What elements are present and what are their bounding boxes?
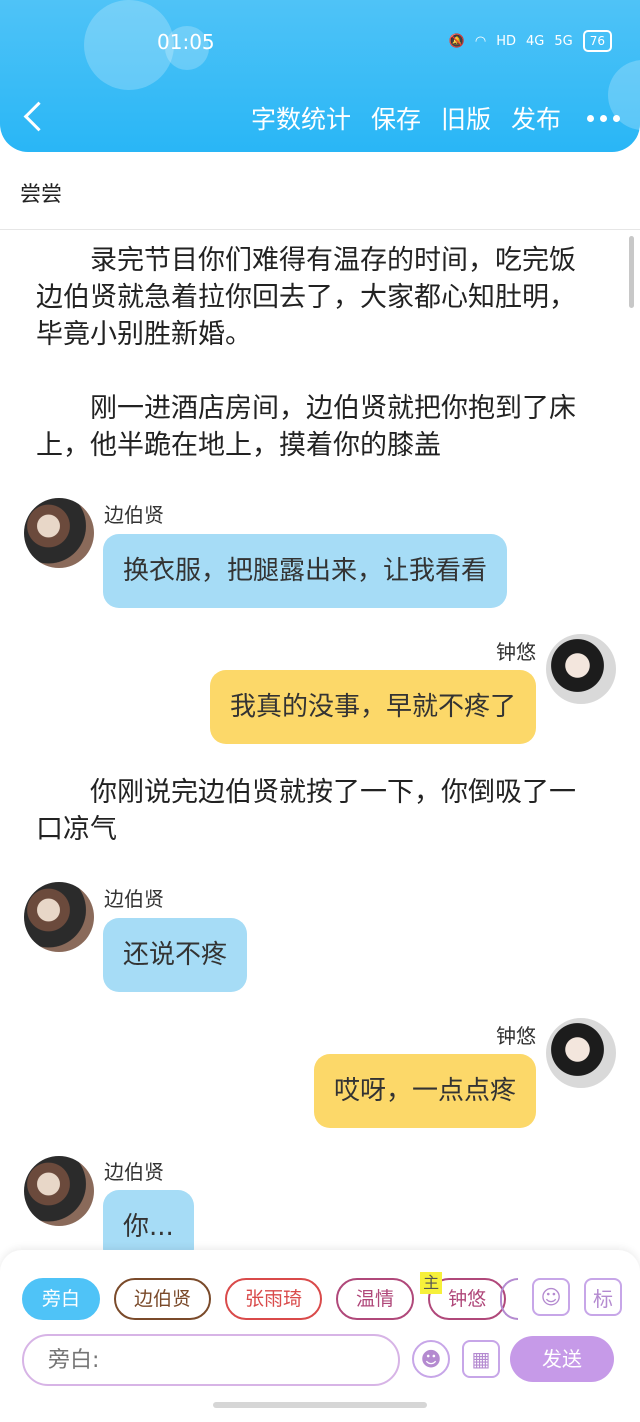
mute-icon: 🔕 [448, 33, 465, 49]
status-icons: 🔕 ◠ HD 4G 5G 76 [449, 30, 612, 52]
chat-bubble[interactable]: 换衣服，把腿露出来，让我看看 [103, 534, 508, 608]
sender-name: 边伯贤 [104, 1160, 164, 1184]
sender-name: 边伯贤 [104, 503, 164, 527]
hd-icon: HD [496, 33, 516, 49]
avatar [24, 498, 94, 568]
save-button[interactable]: 保存 [371, 100, 421, 136]
image-icon[interactable]: ▦ [462, 1340, 500, 1378]
publish-button[interactable]: 发布 [511, 100, 561, 136]
avatar [546, 634, 616, 704]
top-header: 01:05 🔕 ◠ HD 4G 5G 76 字数统计 保存 旧版 发布 [0, 0, 640, 152]
message-input-field[interactable] [48, 1336, 374, 1384]
narration-paragraph: 你刚说完边伯贤就按了一下，你倒吸了一口凉气 [36, 777, 576, 845]
sender-name: 钟悠 [496, 640, 536, 664]
role-chip-main[interactable]: 主 钟悠 [420, 1272, 507, 1320]
home-indicator[interactable] [213, 1402, 427, 1408]
role-chip[interactable]: 边伯贤 [114, 1278, 212, 1320]
doc-title-bar: 尝尝 [0, 152, 640, 230]
avatar [546, 1018, 616, 1088]
avatar [24, 1156, 94, 1226]
send-button[interactable]: 发送 [510, 1336, 614, 1382]
system-nav-bar [0, 1386, 640, 1422]
chat-bubble[interactable]: 我真的没事，早就不疼了 [209, 670, 536, 744]
input-panel: 旁白 边伯贤 张雨琦 温情 主 钟悠 ☺ 标 ☻ ▦ 发送 [0, 1250, 640, 1386]
status-time: 01:05 [157, 30, 215, 54]
old-version-button[interactable]: 旧版 [441, 100, 491, 136]
signal-4g-icon: 4G [526, 33, 545, 49]
role-manage-icon[interactable]: ☺ [532, 1278, 570, 1316]
word-count-button[interactable]: 字数统计 [251, 100, 351, 136]
role-chips: 旁白 边伯贤 张雨琦 温情 主 钟悠 [22, 1272, 507, 1320]
doc-title[interactable]: 尝尝 [20, 178, 62, 208]
chat-bubble[interactable]: 哎呀，一点点疼 [313, 1054, 536, 1128]
wifi-icon: ◠ [474, 33, 487, 49]
sender-name: 钟悠 [496, 1024, 536, 1048]
emoji-icon[interactable]: ☻ [412, 1340, 450, 1378]
battery-icon: 76 [582, 30, 612, 52]
role-chip-narration[interactable]: 旁白 [22, 1278, 101, 1320]
tag-button[interactable]: 标 [584, 1278, 622, 1316]
chat-bubble[interactable]: 还说不疼 [103, 918, 248, 992]
narration-paragraph: 录完节目你们难得有温存的时间，吃完饭边伯贤就急着拉你回去了，大家都心知肚明，毕竟… [36, 245, 576, 350]
role-chip[interactable]: 张雨琦 [225, 1278, 323, 1320]
message-input[interactable] [22, 1334, 400, 1386]
signal-5g-icon: 5G [554, 33, 573, 49]
more-icon[interactable] [587, 114, 620, 122]
scrollbar[interactable] [629, 236, 634, 308]
toolbar: 字数统计 保存 旧版 发布 [251, 100, 620, 136]
role-chip[interactable]: 温情 [336, 1278, 415, 1320]
main-role-tag: 主 [420, 1272, 443, 1294]
avatar [24, 882, 94, 952]
narration-paragraph: 刚一进酒店房间，边伯贤就把你抱到了床上，他半跪在地上，摸着你的膝盖 [36, 393, 576, 461]
story-content: 录完节目你们难得有温存的时间，吃完饭边伯贤就急着拉你回去了，大家都心知肚明，毕竟… [0, 230, 640, 1250]
chat-bubble[interactable]: 你... [103, 1190, 194, 1250]
back-button[interactable] [22, 98, 52, 138]
role-chip-label: 钟悠 [448, 1288, 487, 1310]
sender-name: 边伯贤 [104, 887, 164, 911]
